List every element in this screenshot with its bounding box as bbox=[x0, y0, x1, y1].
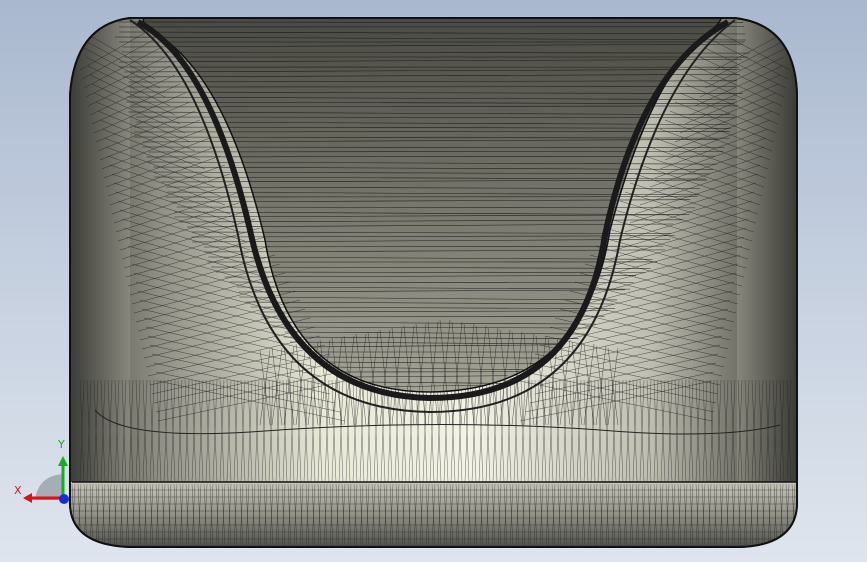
triad-x-label: X bbox=[14, 484, 22, 497]
graphics-viewport[interactable]: Y X bbox=[0, 0, 867, 562]
view-orientation-triad[interactable]: Y X bbox=[10, 436, 80, 512]
triad-graphic bbox=[10, 436, 80, 512]
triad-y-label: Y bbox=[58, 438, 65, 451]
z-axis-dot bbox=[59, 494, 69, 504]
mesh-model[interactable] bbox=[0, 0, 867, 562]
